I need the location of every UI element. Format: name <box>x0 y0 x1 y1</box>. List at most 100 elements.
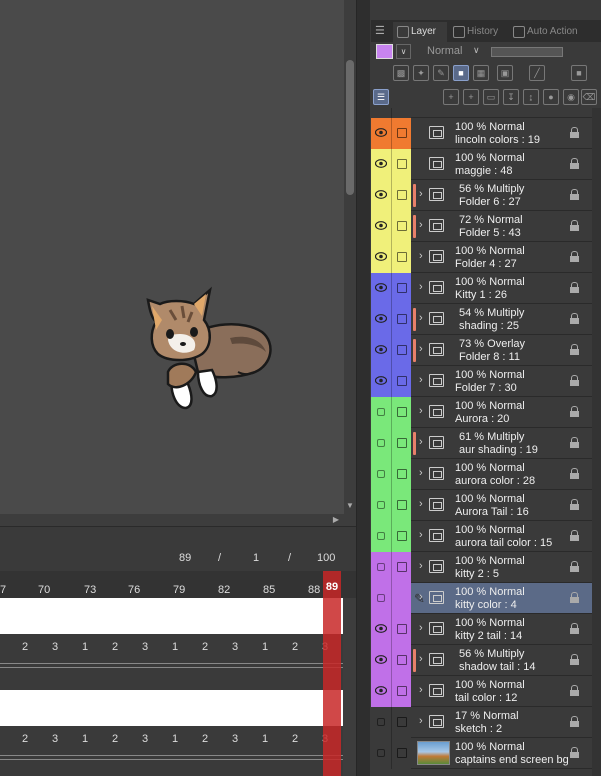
lock-icon[interactable] <box>570 623 579 634</box>
tab-auto-action[interactable]: Auto Action <box>509 22 589 42</box>
layer-list-scrollbar[interactable] <box>592 108 601 776</box>
layer-color-swatch[interactable] <box>376 44 393 59</box>
layer-select-toggle[interactable]: ✎ <box>391 583 425 614</box>
layer-select-toggle[interactable] <box>391 397 411 428</box>
layer-row[interactable]: ✎ › 100 % Normal kitty color : 4 <box>371 583 601 614</box>
canvas-horizontal-scrollbar[interactable]: ▶ <box>0 514 356 526</box>
palette-color-icon[interactable]: ■ <box>571 65 587 81</box>
visibility-toggle[interactable] <box>371 366 391 397</box>
visibility-toggle[interactable] <box>371 108 391 118</box>
scroll-thumb[interactable] <box>346 60 354 195</box>
lock-layer-icon[interactable]: ■ <box>453 65 469 81</box>
chevron-right-icon[interactable]: › <box>419 684 423 696</box>
reference-layer-icon[interactable]: ✦ <box>413 65 429 81</box>
layer-row[interactable]: › 100 % Normal kitty 2 : 5 <box>371 552 601 583</box>
scroll-right-icon[interactable]: ▶ <box>330 514 342 526</box>
layer-select-toggle[interactable] <box>391 335 411 366</box>
canvas-area[interactable] <box>0 0 344 514</box>
lock-icon[interactable] <box>570 437 579 448</box>
new-vector-layer-icon[interactable]: + <box>463 89 479 105</box>
layer-row[interactable]: › 61 % Multiply aur shading : 19 <box>371 428 601 459</box>
layer-select-toggle[interactable] <box>391 211 411 242</box>
lock-icon[interactable] <box>570 654 579 665</box>
timeline-scrollbar[interactable] <box>343 598 356 776</box>
panel-divider[interactable] <box>356 0 370 776</box>
layer-row[interactable]: › 100 % Normal Folder 7 : 30 <box>371 366 601 397</box>
layer-row[interactable]: › 54 % Multiply shading : 25 <box>371 304 601 335</box>
lock-icon[interactable] <box>570 282 579 293</box>
animation-track-1[interactable] <box>0 598 343 634</box>
new-raster-layer-icon[interactable]: + <box>443 89 459 105</box>
layer-mask-icon[interactable]: ● <box>543 89 559 105</box>
layer-select-toggle[interactable] <box>391 614 411 645</box>
merge-icon[interactable]: ↨ <box>523 89 539 105</box>
layer-row[interactable]: › 100 % Normal aurora tail color : 15 <box>371 521 601 552</box>
chevron-right-icon[interactable]: › <box>419 653 423 665</box>
chevron-right-icon[interactable]: › <box>419 529 423 541</box>
visibility-toggle[interactable] <box>371 738 391 769</box>
visibility-toggle[interactable] <box>371 428 391 459</box>
layer-row[interactable]: › 100 % Normal Aurora : 20 <box>371 397 601 428</box>
animation-track-2[interactable] <box>0 690 343 726</box>
lock-icon[interactable] <box>570 468 579 479</box>
lock-icon[interactable] <box>570 189 579 200</box>
tab-layer[interactable]: Layer <box>393 22 447 42</box>
frame-ruler[interactable]: 7 70 73 76 79 82 85 88 <box>0 571 356 599</box>
chevron-down-icon[interactable]: ∨ <box>396 44 411 59</box>
chevron-right-icon[interactable]: › <box>419 498 423 510</box>
layer-row[interactable]: 100 % Normal lincoln colors : 19 <box>371 118 601 149</box>
lock-icon[interactable] <box>570 220 579 231</box>
playhead-frame-label[interactable]: 89 <box>323 571 341 598</box>
layer-select-toggle[interactable] <box>391 273 411 304</box>
layer-select-toggle[interactable] <box>391 118 411 149</box>
visibility-toggle[interactable] <box>371 645 391 676</box>
chevron-right-icon[interactable]: › <box>419 250 423 262</box>
chevron-right-icon[interactable]: › <box>419 467 423 479</box>
layer-select-toggle[interactable] <box>391 738 411 769</box>
visibility-toggle[interactable] <box>371 676 391 707</box>
layer-select-toggle[interactable] <box>391 428 411 459</box>
layer-row[interactable]: › 100 % Normal Kitty 1 : 26 <box>371 273 601 304</box>
visibility-toggle[interactable] <box>371 707 391 738</box>
layer-select-toggle[interactable] <box>391 552 411 583</box>
layer-select-toggle[interactable] <box>391 459 411 490</box>
chevron-right-icon[interactable]: › <box>419 188 423 200</box>
mask-icon[interactable]: ▣ <box>497 65 513 81</box>
lock-icon[interactable] <box>570 158 579 169</box>
layer-row[interactable]: › 56 % Multiply shadow tail : 14 <box>371 645 601 676</box>
ruler-icon[interactable]: ╱ <box>529 65 545 81</box>
layer-select-toggle[interactable] <box>391 304 411 335</box>
chevron-right-icon[interactable]: › <box>419 219 423 231</box>
lock-icon[interactable] <box>570 313 579 324</box>
playhead[interactable] <box>323 598 341 776</box>
layer-select-toggle[interactable] <box>391 149 411 180</box>
visibility-toggle[interactable] <box>371 304 391 335</box>
delete-layer-icon[interactable]: ⌫ <box>581 89 597 105</box>
visibility-toggle[interactable] <box>371 521 391 552</box>
visibility-toggle[interactable] <box>371 273 391 304</box>
lock-icon[interactable] <box>570 561 579 572</box>
layer-select-toggle[interactable] <box>391 521 411 552</box>
layer-properties-icon[interactable]: ☰ <box>373 89 389 105</box>
chevron-right-icon[interactable]: › <box>419 591 423 603</box>
visibility-toggle[interactable] <box>371 583 391 614</box>
panel-menu-icon[interactable]: ☰ <box>375 24 389 38</box>
chevron-right-icon[interactable]: › <box>419 312 423 324</box>
scroll-down-icon[interactable]: ▼ <box>344 500 356 512</box>
lock-icon[interactable] <box>570 127 579 138</box>
visibility-toggle[interactable] <box>371 118 391 149</box>
chevron-right-icon[interactable]: › <box>419 560 423 572</box>
lock-icon[interactable] <box>570 344 579 355</box>
draft-layer-icon[interactable]: ✎ <box>433 65 449 81</box>
chevron-right-icon[interactable]: › <box>419 715 423 727</box>
layer-select-toggle[interactable] <box>391 108 411 118</box>
visibility-toggle[interactable] <box>371 490 391 521</box>
chevron-right-icon[interactable]: › <box>419 436 423 448</box>
visibility-toggle[interactable] <box>371 459 391 490</box>
layer-row[interactable]: › 100 % Normal Folder 4 : 27 <box>371 242 601 273</box>
layer-row[interactable]: › 100 % Normal tail color : 12 <box>371 676 601 707</box>
layer-row[interactable]: › 73 % Overlay Folder 8 : 11 <box>371 335 601 366</box>
visibility-toggle[interactable] <box>371 149 391 180</box>
lock-icon[interactable] <box>570 592 579 603</box>
layer-row[interactable]: › 17 % Normal sketch : 2 <box>371 707 601 738</box>
